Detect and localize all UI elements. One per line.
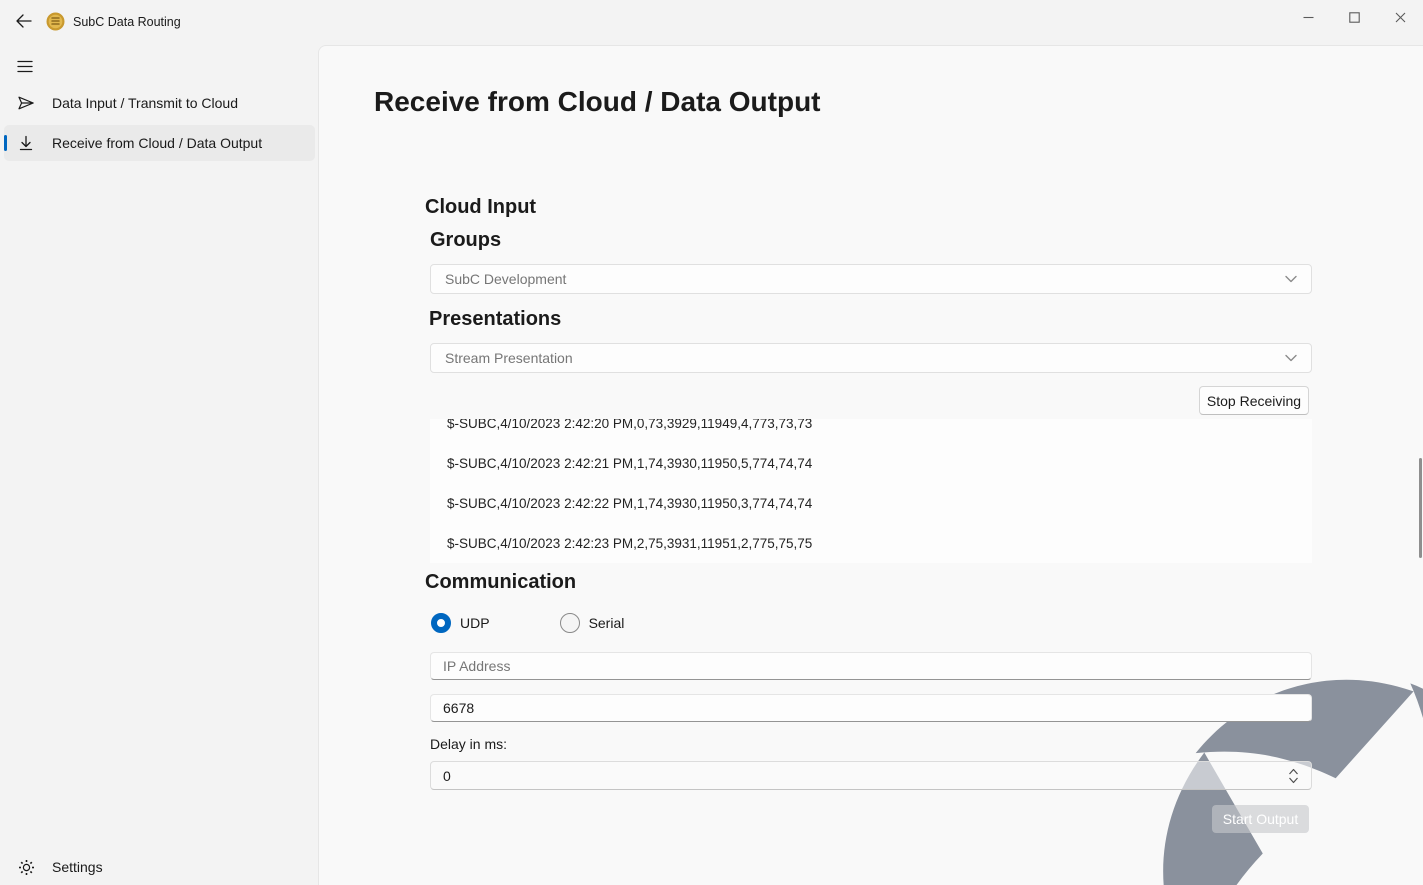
cloud-input-heading: Cloud Input — [425, 196, 536, 219]
presentations-dropdown[interactable]: Stream Presentation — [430, 343, 1312, 373]
close-icon — [1395, 12, 1406, 23]
chevron-down-icon — [1285, 275, 1297, 283]
page-title: Receive from Cloud / Data Output — [374, 86, 821, 118]
groups-dropdown[interactable]: SubC Development — [430, 264, 1312, 294]
delay-label: Delay in ms: — [430, 736, 507, 752]
groups-label: Groups — [430, 229, 501, 252]
sidebar-item-label: Settings — [52, 859, 103, 875]
back-button[interactable] — [8, 7, 38, 37]
sidebar-item-data-input[interactable]: Data Input / Transmit to Cloud — [4, 85, 315, 121]
form-layer: Receive from Cloud / Data Output Cloud I… — [319, 46, 1423, 885]
sidebar-item-receive-output[interactable]: Receive from Cloud / Data Output — [4, 125, 315, 161]
nav-menu-button[interactable] — [8, 50, 42, 82]
download-icon — [17, 134, 35, 152]
sidebar-item-label: Receive from Cloud / Data Output — [52, 135, 262, 151]
udp-radio[interactable] — [431, 613, 451, 633]
protocol-radio-group: UDP Serial — [431, 613, 624, 633]
sidebar-item-label: Data Input / Transmit to Cloud — [52, 95, 238, 111]
hamburger-menu-icon — [17, 60, 33, 73]
chevron-down-icon — [1285, 354, 1297, 362]
window-controls — [1285, 0, 1423, 34]
log-line: $-SUBC,4/10/2023 2:42:21 PM,1,74,3930,11… — [430, 444, 1312, 484]
ip-address-input[interactable] — [430, 652, 1312, 680]
sidebar-item-settings[interactable]: Settings — [4, 849, 315, 885]
log-line: $-SUBC,4/10/2023 2:42:22 PM,1,74,3930,11… — [430, 484, 1312, 524]
start-output-button[interactable]: Start Output — [1212, 805, 1309, 833]
scrollbar[interactable] — [1419, 458, 1422, 558]
groups-dropdown-value: SubC Development — [445, 271, 1285, 287]
gear-icon — [17, 858, 35, 876]
maximize-button[interactable] — [1331, 0, 1377, 34]
log-line: $-SUBC,4/10/2023 2:42:20 PM,0,73,3929,11… — [430, 419, 1312, 444]
sidebar: Data Input / Transmit to Cloud Receive f… — [0, 45, 318, 885]
content-panel: Receive from Cloud / Data Output Cloud I… — [318, 45, 1423, 885]
udp-radio-label[interactable]: UDP — [460, 615, 490, 631]
app-window: SubC Data Routing Data Input / Transmit … — [0, 0, 1423, 885]
serial-radio[interactable] — [560, 613, 580, 633]
title-bar: SubC Data Routing — [0, 0, 1423, 45]
close-button[interactable] — [1377, 0, 1423, 34]
maximize-icon — [1349, 12, 1360, 23]
minimize-button[interactable] — [1285, 0, 1331, 34]
minimize-icon — [1303, 12, 1314, 23]
number-spinner-icon[interactable] — [1288, 768, 1299, 784]
communication-heading: Communication — [425, 571, 576, 594]
presentations-dropdown-value: Stream Presentation — [445, 350, 1285, 366]
send-icon — [17, 94, 35, 112]
delay-value: 0 — [443, 768, 1288, 784]
port-input[interactable] — [430, 694, 1312, 722]
presentations-label: Presentations — [429, 308, 561, 331]
stop-receiving-button[interactable]: Stop Receiving — [1199, 386, 1309, 415]
serial-radio-label[interactable]: Serial — [589, 615, 625, 631]
window-title: SubC Data Routing — [73, 15, 181, 29]
log-line: $-SUBC,4/10/2023 2:42:23 PM,2,75,3931,11… — [430, 524, 1312, 563]
received-data-log[interactable]: $-SUBC,4/10/2023 2:42:20 PM,0,73,3929,11… — [430, 419, 1312, 563]
gold-coin-app-icon — [46, 12, 65, 31]
back-arrow-icon — [15, 14, 32, 31]
selected-indicator — [4, 135, 7, 151]
delay-input[interactable]: 0 — [430, 761, 1312, 790]
